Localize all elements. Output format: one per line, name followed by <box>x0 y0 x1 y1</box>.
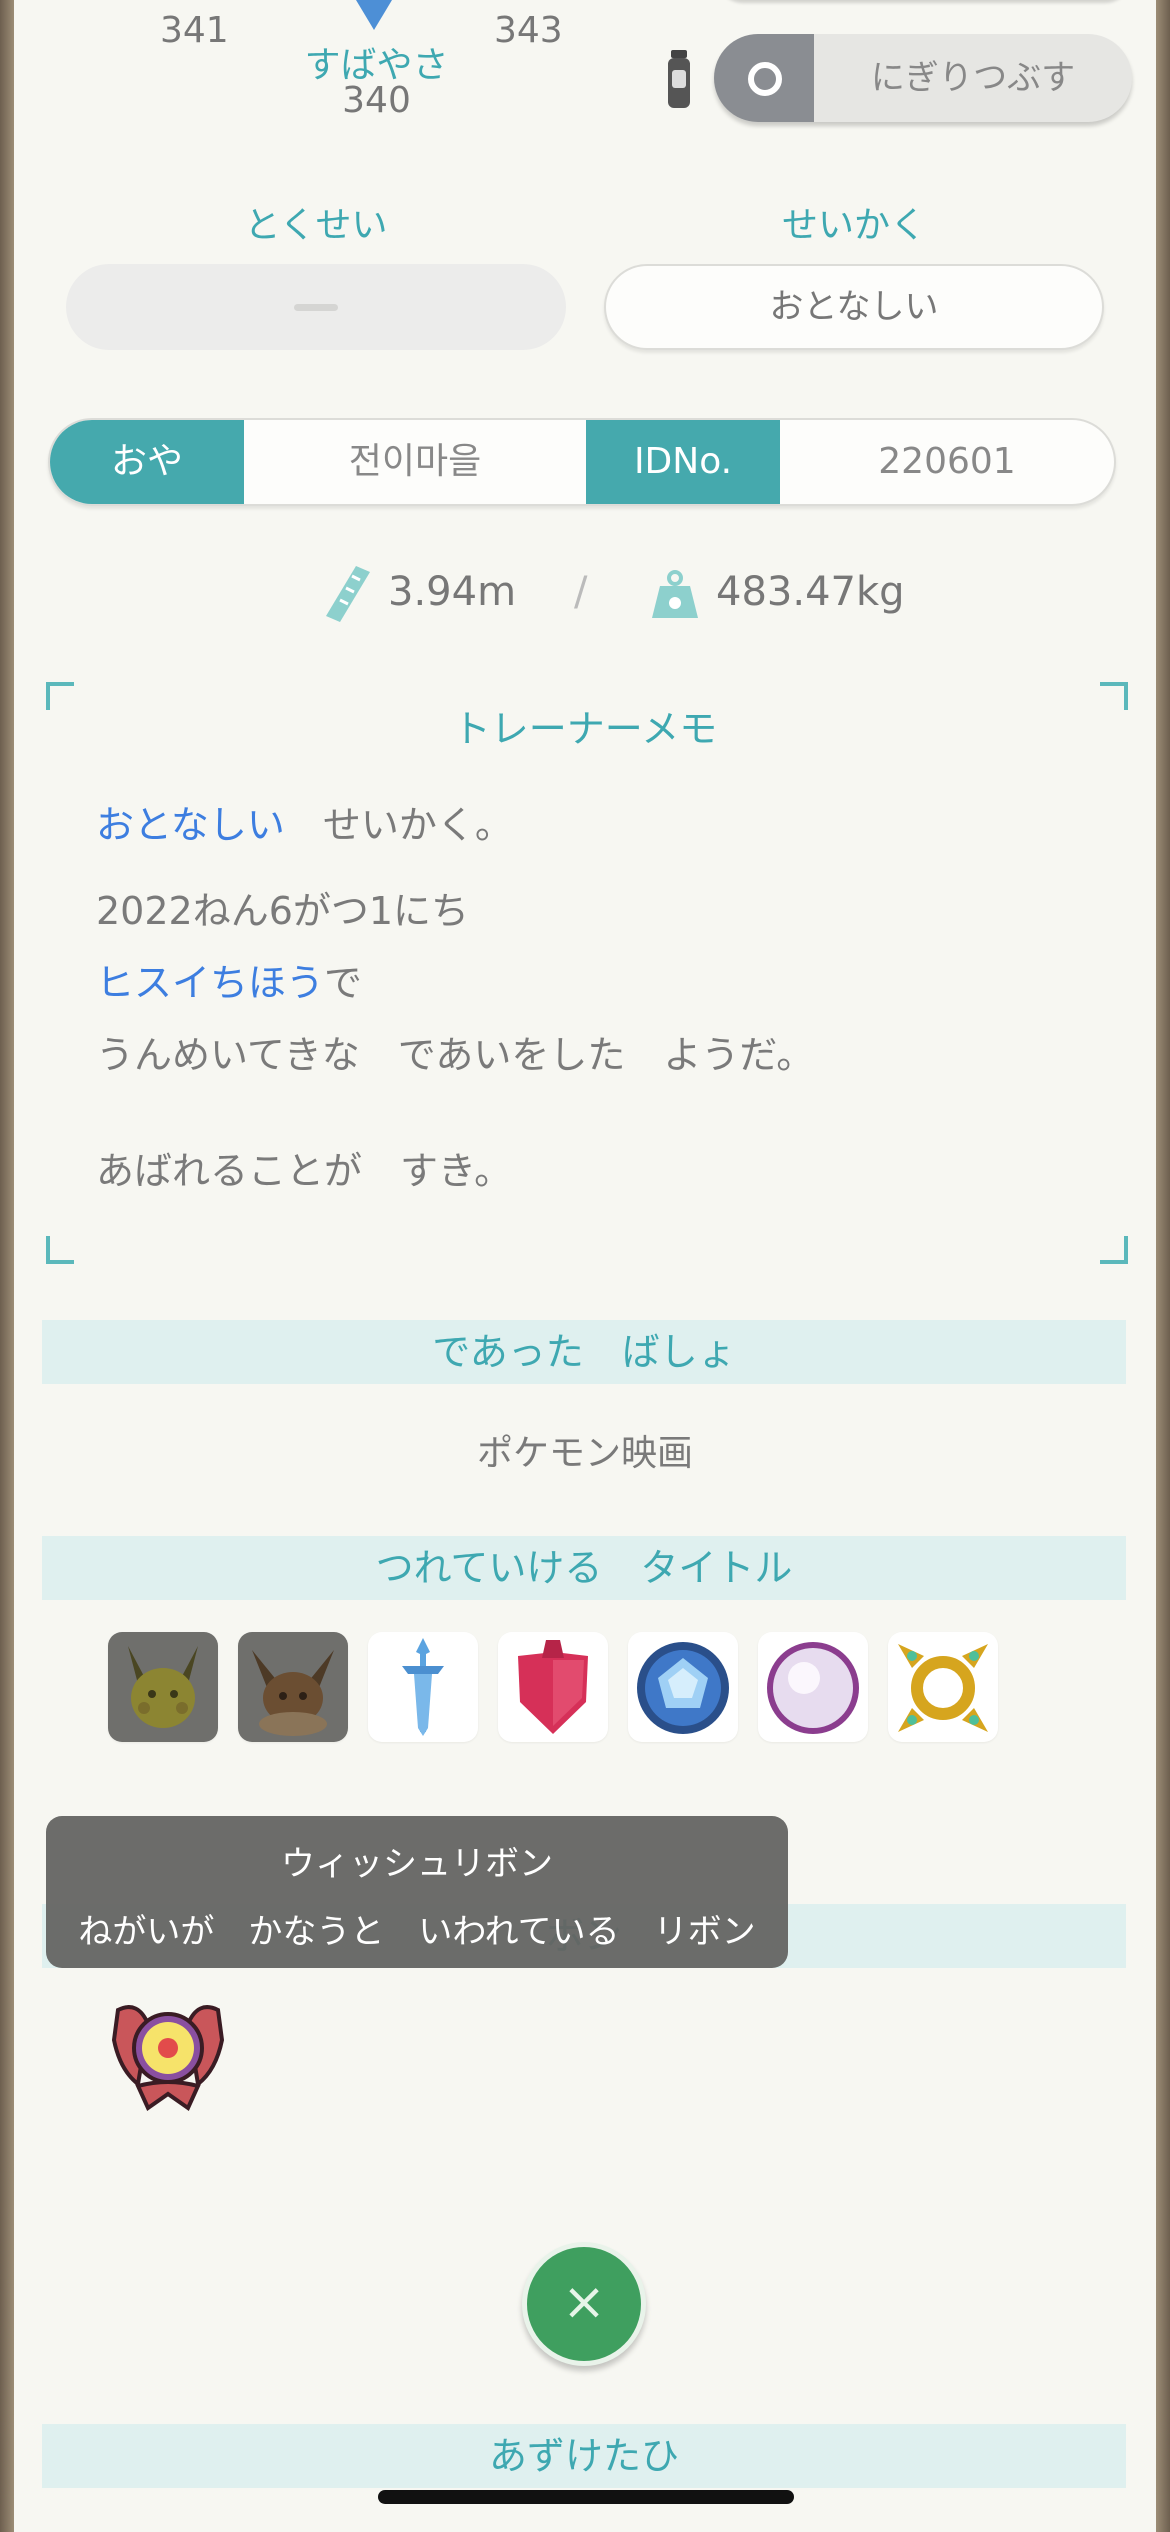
wishing-ribbon-icon[interactable] <box>108 2000 228 2112</box>
memo-region-suffix: で <box>324 961 363 1005</box>
close-button[interactable]: × <box>522 2242 646 2366</box>
left-background-edge <box>0 0 14 2532</box>
home-indicator[interactable] <box>378 2490 794 2504</box>
measure-separator: / <box>574 569 588 615</box>
trainer-memo-title: トレーナーメモ <box>452 707 718 751</box>
diamond-icon[interactable] <box>628 1632 738 1742</box>
nature-field: おとなしい <box>604 264 1104 350</box>
id-number: 220601 <box>878 441 1016 482</box>
ribbon-tooltip: ウィッシュリボン ねがいが かなうと いわれている リボン <box>46 1816 788 1968</box>
ability-field <box>66 264 566 350</box>
memo-corner-br <box>1100 1236 1128 1264</box>
ruler-icon <box>326 566 370 622</box>
speed-stat-value: 340 <box>342 80 411 121</box>
memo-characteristic: あばれることが すき。 <box>96 1149 513 1193</box>
squeeze-toggle[interactable]: にぎりつぶす <box>714 34 1132 122</box>
top-left-stat-value: 341 <box>160 10 229 51</box>
sword-icon[interactable] <box>368 1632 478 1742</box>
weight-value: 483.47kg <box>716 569 905 615</box>
eevee-icon[interactable] <box>238 1632 348 1742</box>
shield-icon[interactable] <box>498 1632 608 1742</box>
arceus-icon[interactable] <box>888 1632 998 1742</box>
ot-name: 전이마을 <box>348 441 482 482</box>
ability-label: とくせい <box>244 205 388 246</box>
memo-nature-line: おとなしい せいかく。 <box>96 794 513 849</box>
memo-nature-word: おとなしい <box>96 803 285 847</box>
memo-region-line: ヒスイちほうで <box>96 952 362 1007</box>
titles-header: つれていける タイトル <box>42 1536 1126 1600</box>
tooltip-title: ウィッシュリボン <box>281 1844 553 1884</box>
pikachu-icon[interactable] <box>108 1632 218 1742</box>
stat-hexagon-icon <box>356 0 392 30</box>
met-location-value: ポケモン映画 <box>476 1433 693 1474</box>
deposit-date-header: あずけたひ <box>42 2424 1126 2488</box>
right-background-edge <box>1156 0 1170 2532</box>
weight-icon <box>652 570 698 618</box>
met-location-header: であった ばしょ <box>42 1320 1126 1384</box>
ot-label: おや <box>50 420 244 504</box>
memo-date: 2022ねん6がつ1にち <box>96 889 470 933</box>
pearl-icon[interactable] <box>758 1632 868 1742</box>
toggle-knob[interactable] <box>714 34 814 122</box>
tooltip-description: ねがいが かなうと いわれている リボン <box>78 1912 756 1952</box>
memo-region: ヒスイちほう <box>96 961 325 1005</box>
squeeze-label: にぎりつぶす <box>870 58 1076 98</box>
original-trainer-row: おや 전이마을 IDNo. 220601 <box>48 418 1116 506</box>
id-label: IDNo. <box>586 420 780 504</box>
top-right-stat-value: 343 <box>494 10 563 51</box>
nature-label: せいかく <box>781 205 926 246</box>
height-value: 3.94m <box>388 569 517 615</box>
memo-corner-bl <box>46 1236 74 1264</box>
close-icon: × <box>562 2272 606 2332</box>
pokemon-summary-panel[interactable]: ▬▬▬ 341 すばやさ 340 ▬▬▬ 343 にぎりつぶす とくせい せいか… <box>14 0 1156 2532</box>
memo-nature-suffix: せいかく。 <box>322 803 513 847</box>
bottle-icon <box>668 50 690 108</box>
ability-empty-dash <box>294 304 338 311</box>
memo-encounter: うんめいてきな であいをした ようだ。 <box>96 1033 815 1077</box>
